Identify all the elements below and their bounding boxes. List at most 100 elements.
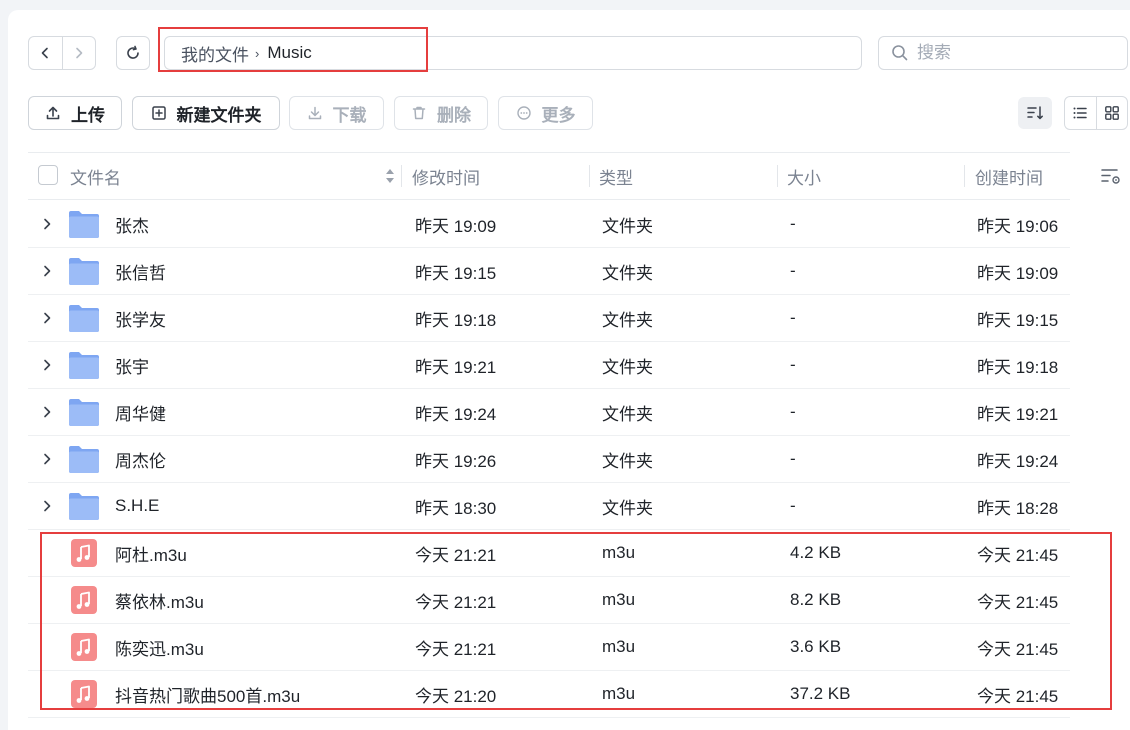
file-row[interactable]: 阿杜.m3u 今天 21:21 m3u 4.2 KB 今天 21:45 xyxy=(28,530,1070,577)
modified-time: 今天 21:21 xyxy=(415,545,497,565)
file-icon-cell xyxy=(68,248,102,294)
folder-icon xyxy=(69,352,99,379)
upload-button[interactable]: 上传 xyxy=(28,96,122,130)
file-icon-cell xyxy=(68,295,102,341)
created-time: 昨天 19:06 xyxy=(977,216,1059,236)
expand-cell[interactable] xyxy=(42,342,56,388)
file-name[interactable]: S.H.E xyxy=(115,483,159,529)
created-time: 今天 21:45 xyxy=(977,686,1059,706)
file-name[interactable]: 张杰 xyxy=(115,201,149,247)
file-name[interactable]: 蔡依林.m3u xyxy=(115,577,204,623)
folder-icon xyxy=(69,211,99,238)
file-row[interactable]: 陈奕迅.m3u 今天 21:21 m3u 3.6 KB 今天 21:45 xyxy=(28,624,1070,671)
column-divider[interactable] xyxy=(964,165,965,187)
file-size: - xyxy=(790,355,796,374)
new-folder-button[interactable]: 新建文件夹 xyxy=(132,96,280,130)
header-modified[interactable]: 修改时间 xyxy=(412,153,480,199)
history-nav xyxy=(28,36,96,70)
file-type: 文件夹 xyxy=(602,498,653,518)
expand-cell[interactable] xyxy=(42,295,56,341)
grid-view-icon xyxy=(1104,106,1119,120)
created-time: 昨天 19:21 xyxy=(977,404,1059,424)
file-name[interactable]: 张信哲 xyxy=(115,248,166,294)
music-file-icon xyxy=(71,539,97,567)
delete-button[interactable]: 删除 xyxy=(394,96,488,130)
folder-icon xyxy=(69,305,99,332)
file-name[interactable]: 张学友 xyxy=(115,295,166,341)
file-name[interactable]: 抖音热门歌曲500首.m3u xyxy=(115,671,300,717)
forward-button[interactable] xyxy=(61,37,96,69)
chevron-right-icon xyxy=(75,47,83,59)
more-button[interactable]: 更多 xyxy=(498,96,593,130)
file-row[interactable]: 抖音热门歌曲500首.m3u 今天 21:20 m3u 37.2 KB 今天 2… xyxy=(28,671,1070,718)
file-name[interactable]: 周杰伦 xyxy=(115,436,166,482)
breadcrumb-root[interactable]: 我的文件 xyxy=(181,41,249,66)
chevron-left-icon xyxy=(41,47,49,59)
file-size: - xyxy=(790,261,796,280)
chevron-right-icon xyxy=(44,453,51,465)
folder-row[interactable]: 张杰 昨天 19:09 文件夹 - 昨天 19:06 xyxy=(28,201,1070,248)
column-divider[interactable] xyxy=(777,165,778,187)
expand-cell[interactable] xyxy=(42,248,56,294)
refresh-button[interactable] xyxy=(116,36,150,70)
grid-view-button[interactable] xyxy=(1095,97,1128,129)
breadcrumb[interactable]: 我的文件 › Music xyxy=(164,36,862,70)
file-type: 文件夹 xyxy=(602,357,653,377)
breadcrumb-separator-icon: › xyxy=(255,45,260,61)
file-row[interactable]: 蔡依林.m3u 今天 21:21 m3u 8.2 KB 今天 21:45 xyxy=(28,577,1070,624)
list-view-button[interactable] xyxy=(1065,97,1096,129)
expand-cell[interactable] xyxy=(42,483,56,529)
file-name[interactable]: 张宇 xyxy=(115,342,149,388)
column-divider[interactable] xyxy=(401,165,402,187)
search-icon xyxy=(892,45,908,61)
expand-cell xyxy=(42,671,56,717)
music-file-icon xyxy=(71,633,97,661)
select-all-checkbox[interactable] xyxy=(38,165,58,185)
file-type: 文件夹 xyxy=(602,216,653,236)
file-name[interactable]: 周华健 xyxy=(115,389,166,435)
file-name[interactable]: 陈奕迅.m3u xyxy=(115,624,204,670)
header-type[interactable]: 类型 xyxy=(599,153,633,199)
folder-row[interactable]: 张宇 昨天 19:21 文件夹 - 昨天 19:18 xyxy=(28,342,1070,389)
modified-time: 昨天 19:18 xyxy=(415,310,497,330)
refresh-icon xyxy=(127,45,139,59)
header-created[interactable]: 创建时间 xyxy=(975,153,1043,199)
header-name[interactable]: 文件名 xyxy=(70,153,121,199)
modified-time: 今天 21:20 xyxy=(415,686,497,706)
sort-arrows-icon[interactable] xyxy=(384,167,396,185)
column-divider[interactable] xyxy=(589,165,590,187)
modified-time: 昨天 19:15 xyxy=(415,263,497,283)
back-button[interactable] xyxy=(29,37,62,69)
new-folder-icon xyxy=(151,106,166,120)
file-icon-cell xyxy=(68,436,102,482)
created-time: 今天 21:45 xyxy=(977,592,1059,612)
folder-row[interactable]: 张信哲 昨天 19:15 文件夹 - 昨天 19:09 xyxy=(28,248,1070,295)
search-box[interactable] xyxy=(878,36,1128,70)
breadcrumb-current[interactable]: Music xyxy=(267,43,311,63)
created-time: 今天 21:45 xyxy=(977,545,1059,565)
folder-icon xyxy=(69,258,99,285)
download-button[interactable]: 下载 xyxy=(289,96,384,130)
created-time: 昨天 19:09 xyxy=(977,263,1059,283)
sort-button[interactable] xyxy=(1018,97,1052,129)
folder-row[interactable]: S.H.E 昨天 18:30 文件夹 - 昨天 18:28 xyxy=(28,483,1070,530)
folder-row[interactable]: 张学友 昨天 19:18 文件夹 - 昨天 19:15 xyxy=(28,295,1070,342)
created-time: 昨天 19:15 xyxy=(977,310,1059,330)
column-settings-icon[interactable] xyxy=(1100,166,1122,186)
modified-time: 昨天 19:24 xyxy=(415,404,497,424)
expand-cell[interactable] xyxy=(42,389,56,435)
header-size[interactable]: 大小 xyxy=(787,153,821,199)
expand-cell[interactable] xyxy=(42,436,56,482)
file-icon-cell xyxy=(68,624,102,670)
search-input[interactable] xyxy=(917,43,1117,63)
folder-row[interactable]: 周华健 昨天 19:24 文件夹 - 昨天 19:21 xyxy=(28,389,1070,436)
expand-cell[interactable] xyxy=(42,201,56,247)
more-label: 更多 xyxy=(541,105,576,125)
modified-time: 昨天 19:26 xyxy=(415,451,497,471)
folder-icon xyxy=(69,493,99,520)
file-type: m3u xyxy=(602,637,636,656)
file-name[interactable]: 阿杜.m3u xyxy=(115,530,187,576)
upload-label: 上传 xyxy=(71,105,105,125)
music-file-icon xyxy=(71,586,97,614)
folder-row[interactable]: 周杰伦 昨天 19:26 文件夹 - 昨天 19:24 xyxy=(28,436,1070,483)
